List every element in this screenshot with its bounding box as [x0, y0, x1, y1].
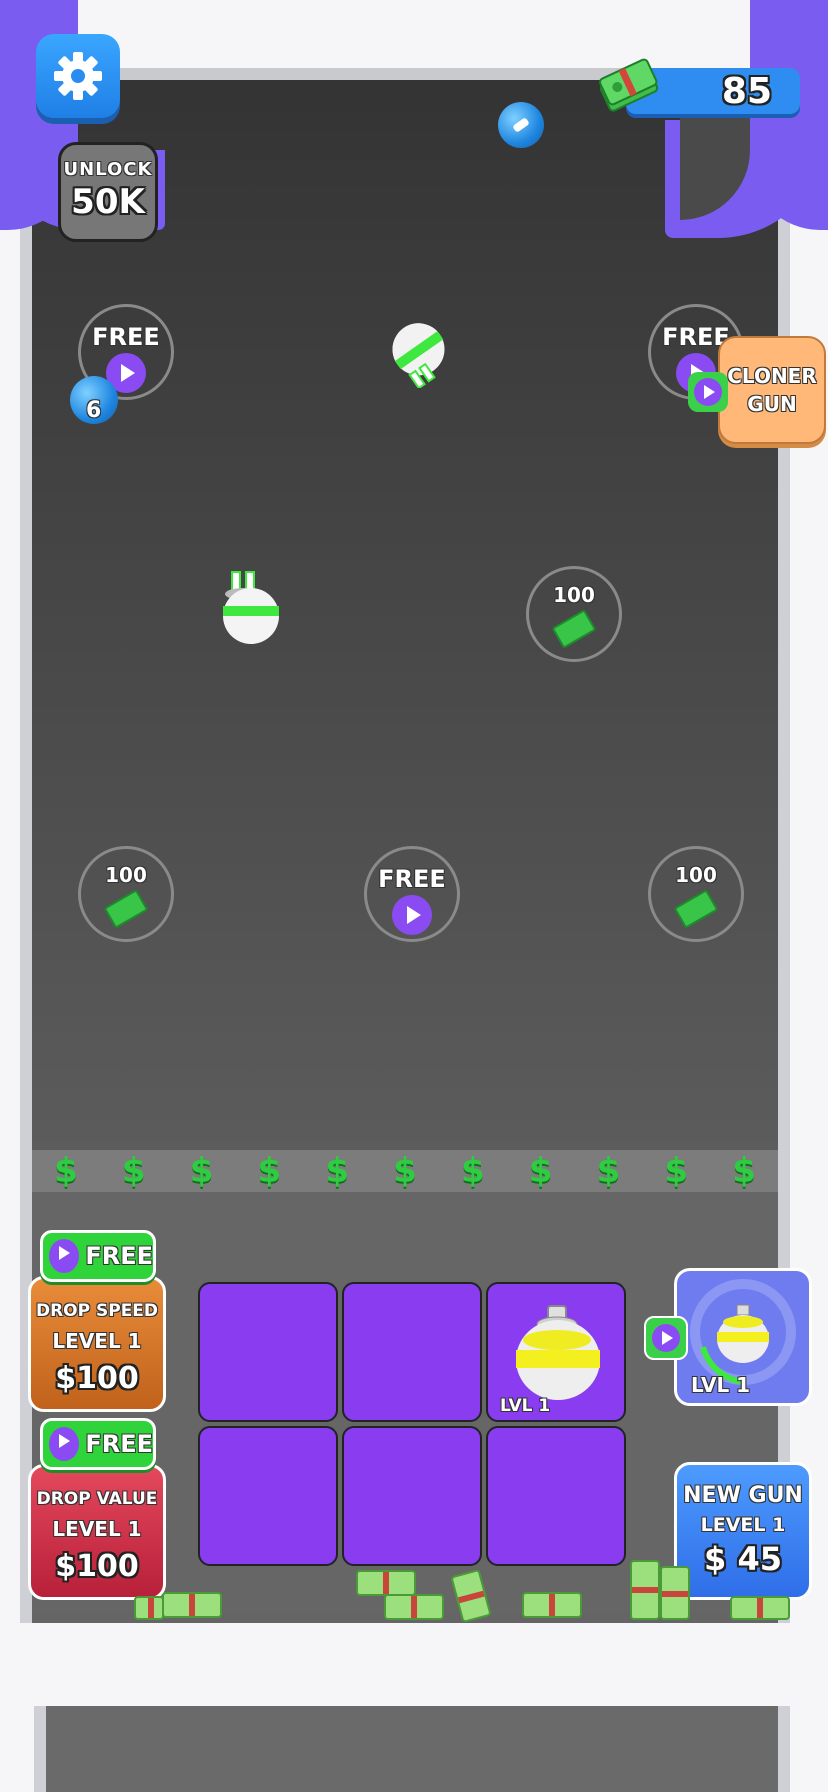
dollar-sign: $ — [257, 1151, 282, 1191]
slot-cost-label: 100 — [675, 863, 717, 887]
dollar-sign: $ — [664, 1151, 689, 1191]
drop-speed-free-button[interactable]: FREE — [40, 1230, 156, 1282]
cloner-gun-label: CLONER GUN — [720, 362, 824, 418]
upgrade-level: LEVEL 1 — [52, 1517, 142, 1541]
new-gun-button[interactable]: NEW GUN LEVEL 1 $ 45 — [674, 1462, 812, 1600]
play-icon — [652, 1324, 680, 1352]
merge-grid: LVL 1 — [198, 1282, 630, 1572]
grid-cell[interactable] — [342, 1426, 482, 1566]
play-icon — [694, 378, 722, 406]
slot-free-label: FREE — [92, 323, 160, 351]
gear-icon — [54, 52, 102, 100]
upgrade-title: DROP SPEED — [35, 1301, 159, 1321]
slot-mid-right[interactable]: 100 — [526, 566, 622, 662]
gun-preview-icon — [690, 1279, 796, 1385]
slot-low-center[interactable]: FREE — [364, 846, 460, 942]
cash-icon — [551, 609, 597, 649]
slot-low-right[interactable]: 100 — [648, 846, 744, 942]
new-gun-level: LEVEL 1 — [700, 1514, 786, 1536]
dollar-sign: $ — [325, 1151, 349, 1191]
drop-value-upgrade-button[interactable]: DROP VALUE LEVEL 1 $100 — [28, 1464, 166, 1600]
slot-cost-label: 100 — [553, 583, 595, 607]
ball-drop — [498, 102, 544, 148]
gun-preview-level: LVL 1 — [691, 1373, 751, 1397]
settings-button[interactable] — [36, 34, 120, 118]
cash-pile — [356, 1570, 416, 1596]
cloner-video-button[interactable] — [688, 372, 728, 412]
unlock-value: 50K — [71, 182, 145, 222]
cash-pile — [522, 1592, 582, 1618]
cash-pile — [660, 1566, 690, 1620]
play-icon — [392, 895, 432, 935]
play-icon — [49, 1427, 80, 1461]
grid-cell[interactable] — [198, 1282, 338, 1422]
cloner-label-line2: GUN — [747, 392, 797, 416]
slot-low-left[interactable]: 100 — [78, 846, 174, 942]
dollar-sign: $ — [121, 1151, 146, 1191]
money-value: 85 — [721, 71, 772, 112]
grid-cell-with-gun[interactable]: LVL 1 — [486, 1282, 626, 1422]
gun-preview-card[interactable]: LVL 1 — [674, 1268, 812, 1406]
unlock-badge[interactable]: UNLOCK 50K — [58, 142, 158, 242]
grid-cell[interactable] — [486, 1426, 626, 1566]
upgrade-price: $100 — [55, 1549, 139, 1584]
upgrade-title: DROP VALUE — [36, 1489, 158, 1509]
grid-cell[interactable] — [198, 1426, 338, 1566]
gun-preview-video-button[interactable] — [644, 1316, 688, 1360]
dollar-sign: $ — [393, 1151, 417, 1191]
dollar-sign: $ — [596, 1151, 621, 1191]
dollar-sign: $ — [460, 1151, 485, 1191]
cash-pile — [630, 1560, 660, 1620]
dollar-sign: $ — [732, 1151, 756, 1191]
dollar-sign: $ — [54, 1151, 78, 1191]
cash-icon — [673, 889, 719, 929]
lower-floor — [34, 1706, 790, 1792]
upgrade-level: LEVEL 1 — [52, 1329, 142, 1353]
play-icon — [49, 1239, 80, 1273]
drop-value-free-button[interactable]: FREE — [40, 1418, 156, 1470]
grid-cell[interactable] — [342, 1282, 482, 1422]
gun-turret-flying — [370, 318, 450, 392]
drop-speed-upgrade-button[interactable]: DROP SPEED LEVEL 1 $100 — [28, 1276, 166, 1412]
dollar-collection-strip: $ $ $ $ $ $ $ $ $ $ $ — [32, 1150, 778, 1192]
free-label: FREE — [85, 1242, 153, 1270]
dollar-sign: $ — [189, 1151, 214, 1191]
cash-icon — [103, 889, 149, 929]
cash-pile — [134, 1596, 164, 1620]
cell-level: LVL 1 — [500, 1396, 551, 1416]
cloner-gun-button[interactable]: CLONER GUN — [718, 336, 826, 444]
value-ball: 6 — [70, 376, 118, 424]
cash-pile — [162, 1592, 222, 1618]
cloner-label-line1: CLONER — [727, 364, 817, 388]
free-label: FREE — [85, 1430, 153, 1458]
ball-value: 6 — [86, 398, 102, 423]
unlock-label: UNLOCK — [63, 159, 153, 180]
cash-pile — [384, 1594, 444, 1620]
cash-stack-icon — [596, 58, 662, 114]
slot-free-label: FREE — [378, 865, 446, 893]
slot-cost-label: 100 — [105, 863, 147, 887]
new-gun-price: $ 45 — [704, 1540, 782, 1578]
upgrade-price: $100 — [55, 1361, 139, 1396]
gun-turret-board — [216, 570, 286, 650]
dollar-sign: $ — [528, 1151, 553, 1191]
cash-pile — [730, 1596, 790, 1620]
new-gun-title: NEW GUN — [683, 1483, 803, 1508]
